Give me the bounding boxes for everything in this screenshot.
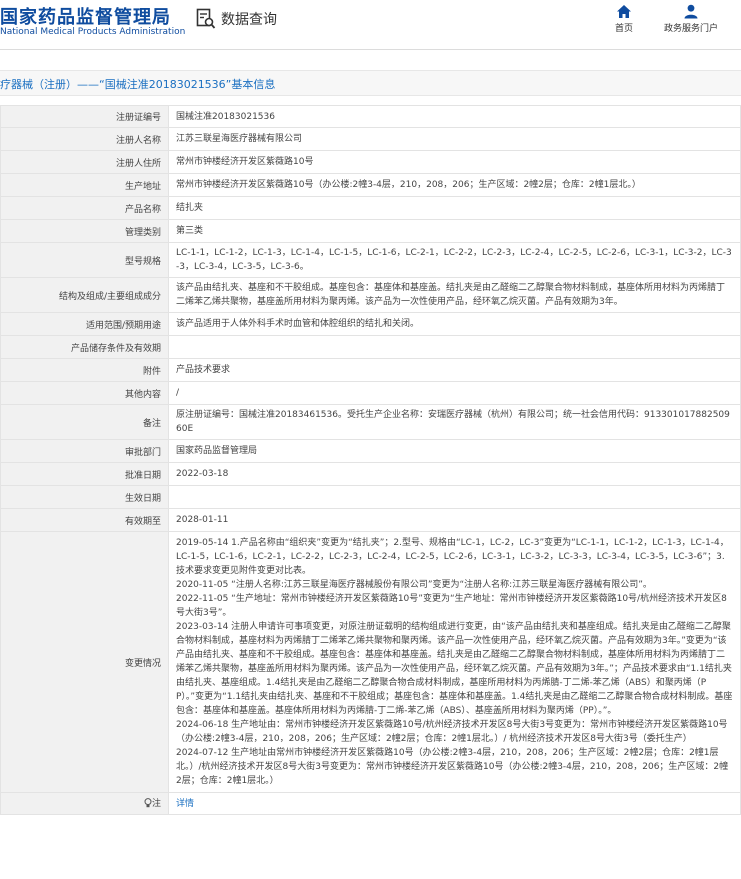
- row-value: 该产品由结扎夹、基座和不干胶组成。基座包含：基座体和基座盖。结扎夹是由乙醛缩二乙…: [168, 277, 741, 313]
- table-row: 附件 产品技术要求: [0, 358, 741, 382]
- row-label: 适用范围/预期用途: [0, 312, 169, 336]
- row-label: 有效期至: [0, 508, 169, 532]
- change-entry: 2022-11-05 “生产地址：常州市钟楼经济开发区紫薇路10号”变更为“生产…: [176, 594, 727, 618]
- row-value: 国家药品监督管理局: [168, 439, 741, 463]
- table-row: 注册人住所 常州市钟楼经济开发区紫薇路10号: [0, 150, 741, 174]
- row-value: 2022-03-18: [168, 462, 741, 486]
- row-label: 结构及组成/主要组成成分: [0, 277, 169, 313]
- data-query-label: 数据查询: [221, 12, 277, 28]
- table-row: 注册人名称 江苏三联星海医疗器械有限公司: [0, 127, 741, 151]
- page-title: 疗器械（注册）——“国械注准20183021536”基本信息: [0, 78, 276, 91]
- row-label: 生产地址: [0, 173, 169, 197]
- row-value: 江苏三联星海医疗器械有限公司: [168, 127, 741, 151]
- table-row: 生效日期: [0, 485, 741, 509]
- change-entry: 2024-07-12 生产地址由常州市钟楼经济开发区紫薇路10号（办公楼:2幢3…: [176, 748, 729, 786]
- table-row: 结构及组成/主要组成成分 该产品由结扎夹、基座和不干胶组成。基座包含：基座体和基…: [0, 277, 741, 313]
- page-title-bar: 疗器械（注册）——“国械注准20183021536”基本信息: [0, 70, 741, 96]
- table-row: 适用范围/预期用途 该产品适用于人体外科手术时血管和体腔组织的结扎和关闭。: [0, 312, 741, 336]
- row-value: /: [168, 381, 741, 405]
- row-value: LC-1-1，LC-1-2，LC-1-3，LC-1-4，LC-1-5，LC-1-…: [168, 242, 741, 278]
- site-header: 国家药品监督管理局 National Medical Products Admi…: [0, 0, 741, 50]
- table-row: 有效期至 2028-01-11: [0, 508, 741, 532]
- row-label: 管理类别: [0, 219, 169, 243]
- row-value: [168, 485, 741, 509]
- lightbulb-icon: [144, 797, 152, 807]
- row-value: [168, 335, 741, 359]
- data-query-entry[interactable]: 数据查询: [196, 8, 277, 30]
- row-label: 生效日期: [0, 485, 169, 509]
- table-row: 生产地址 常州市钟楼经济开发区紫薇路10号（办公楼:2幢3-4层，210，208…: [0, 173, 741, 197]
- row-value: 国械注准20183021536: [168, 105, 741, 128]
- row-value: 常州市钟楼经济开发区紫薇路10号（办公楼:2幢3-4层，210，208，206；…: [168, 173, 741, 197]
- row-value: 产品技术要求: [168, 358, 741, 382]
- change-entry: 2020-11-05 “注册人名称:江苏三联星海医疗器械股份有限公司”变更为“注…: [176, 580, 652, 590]
- table-row: 注册证编号 国械注准20183021536: [0, 105, 741, 128]
- nav-service-portal-label: 政务服务门户: [663, 24, 718, 34]
- row-label: 附件: [0, 358, 169, 382]
- registration-info-table: 注册证编号 国械注准20183021536 注册人名称 江苏三联星海医疗器械有限…: [0, 105, 741, 815]
- change-entry: 2023-03-14 注册人申请许可事项变更，对原注册证载明的结构组成进行变更，…: [176, 622, 733, 716]
- table-row: 型号规格 LC-1-1，LC-1-2，LC-1-3，LC-1-4，LC-1-5，…: [0, 242, 741, 278]
- row-value: 详情: [168, 792, 741, 815]
- change-entry: 2024-06-18 生产地址由：常州市钟楼经济开发区紫薇路10号/杭州经济技术…: [176, 720, 728, 744]
- nav-home[interactable]: 首页: [606, 4, 642, 34]
- row-label: 变更情况: [0, 531, 169, 793]
- row-value: 原注册证编号：国械注准20183461536。受托生产企业名称：安瑞医疗器械（杭…: [168, 404, 741, 440]
- row-label: 型号规格: [0, 242, 169, 278]
- home-icon: [617, 5, 631, 18]
- row-label: 备注: [0, 404, 169, 440]
- nav-home-label: 首页: [614, 24, 633, 34]
- nav-service-portal[interactable]: 政务服务门户: [656, 4, 726, 34]
- user-icon: [684, 4, 698, 19]
- site-logo-title[interactable]: 国家药品监督管理局: [0, 3, 171, 29]
- table-row-changes: 变更情况 2019-05-14 1.产品名称由“组织夹”变更为“结扎夹”；2.型…: [0, 531, 741, 793]
- details-link[interactable]: 详情: [176, 799, 194, 809]
- row-label: 注册人住所: [0, 150, 169, 174]
- row-value: 常州市钟楼经济开发区紫薇路10号: [168, 150, 741, 174]
- row-value: 第三类: [168, 219, 741, 243]
- table-row: 备注 原注册证编号：国械注准20183461536。受托生产企业名称：安瑞医疗器…: [0, 404, 741, 440]
- row-label: 其他内容: [0, 381, 169, 405]
- table-row: 审批部门 国家药品监督管理局: [0, 439, 741, 463]
- table-row: 批准日期 2022-03-18: [0, 462, 741, 486]
- row-label: 注: [0, 792, 169, 815]
- row-label: 审批部门: [0, 439, 169, 463]
- row-label: 批准日期: [0, 462, 169, 486]
- table-row: 产品名称 结扎夹: [0, 196, 741, 220]
- row-value: 该产品适用于人体外科手术时血管和体腔组织的结扎和关闭。: [168, 312, 741, 336]
- note-label: 注: [151, 799, 161, 810]
- table-row: 其他内容 /: [0, 381, 741, 405]
- change-history: 2019-05-14 1.产品名称由“组织夹”变更为“结扎夹”；2.型号、规格由…: [168, 531, 741, 793]
- row-label: 注册人名称: [0, 127, 169, 151]
- row-value: 结扎夹: [168, 196, 741, 220]
- table-row: 管理类别 第三类: [0, 219, 741, 243]
- table-row: 产品储存条件及有效期: [0, 335, 741, 359]
- document-search-icon: [196, 8, 216, 29]
- table-row-note: 注 详情: [0, 792, 741, 815]
- change-entry: 2019-05-14 1.产品名称由“组织夹”变更为“结扎夹”；2.型号、规格由…: [176, 538, 729, 576]
- row-label: 注册证编号: [0, 105, 169, 128]
- row-value: 2028-01-11: [168, 508, 741, 532]
- site-logo-subtitle: National Medical Products Administration: [0, 27, 186, 37]
- row-label: 产品名称: [0, 196, 169, 220]
- row-label: 产品储存条件及有效期: [0, 335, 169, 359]
